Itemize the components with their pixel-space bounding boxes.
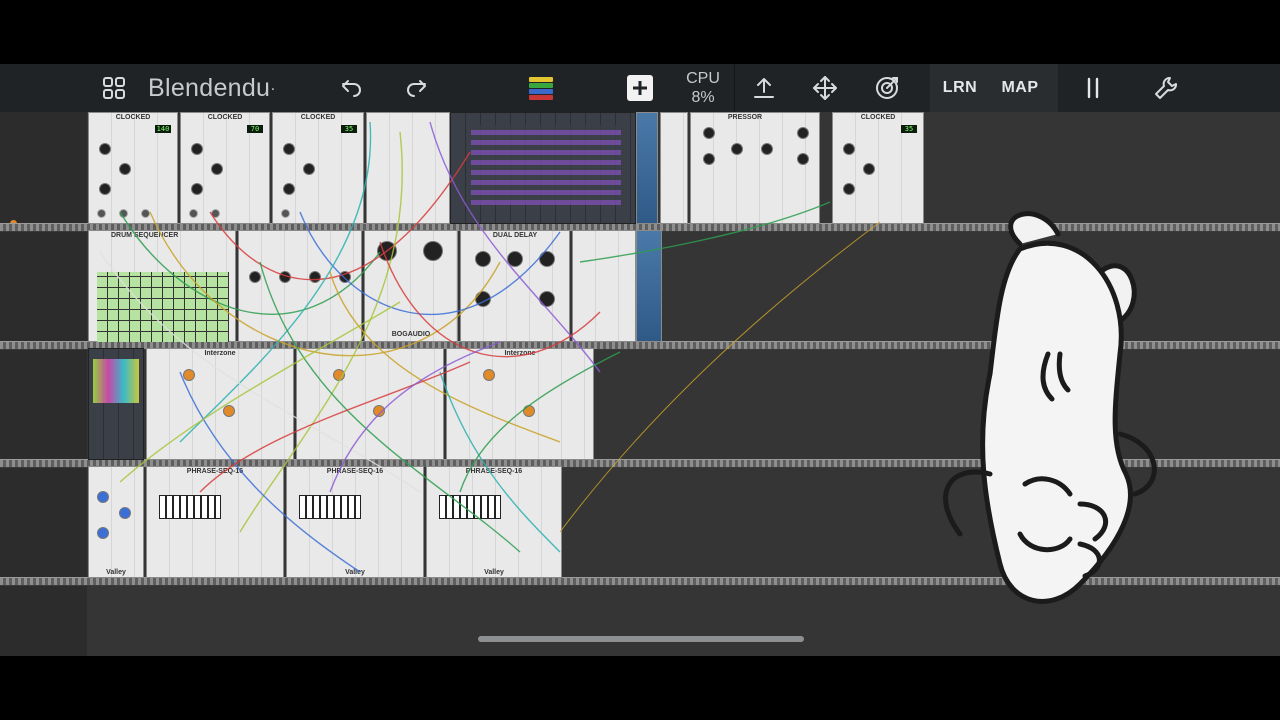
letterbox-top	[0, 0, 1280, 64]
unsaved-marker: ·	[270, 80, 276, 98]
toolbar: Blendendu· CPU 8% LRN MAP	[0, 64, 1280, 112]
learn-button[interactable]: LRN	[938, 64, 982, 112]
move-arrows-icon	[813, 76, 837, 100]
cpu-label: CPU	[686, 70, 720, 87]
patch-title-area[interactable]: Blendendu·	[148, 74, 276, 103]
pause-button[interactable]	[1078, 64, 1108, 112]
browser-button[interactable]	[96, 64, 132, 112]
export-button[interactable]	[748, 64, 780, 112]
letterbox-bottom	[0, 656, 1280, 720]
pause-icon	[1087, 77, 1099, 99]
horizontal-scrollbar[interactable]	[478, 636, 804, 642]
mouse-sketch-image	[943, 211, 1157, 604]
redo-icon	[407, 80, 426, 97]
settings-button[interactable]	[1150, 64, 1182, 112]
move-button[interactable]	[808, 64, 842, 112]
wrench-icon	[1155, 77, 1177, 99]
map-button[interactable]: MAP	[998, 64, 1042, 112]
map-label: MAP	[1001, 79, 1039, 96]
undo-button[interactable]	[336, 64, 368, 112]
toolbar-divider	[734, 64, 735, 112]
undo-icon	[342, 80, 361, 97]
plus-icon	[627, 75, 653, 101]
add-module-button[interactable]	[624, 64, 656, 112]
cpu-meter: CPU 8%	[676, 69, 730, 107]
redo-button[interactable]	[400, 64, 432, 112]
cable-color-button[interactable]	[526, 64, 556, 112]
cpu-value: 8%	[691, 89, 715, 106]
learn-label: LRN	[942, 79, 978, 96]
target-button[interactable]	[870, 64, 904, 112]
color-stripes-icon	[529, 77, 553, 100]
target-icon	[876, 77, 898, 99]
grid-icon	[103, 77, 125, 99]
patch-title: Blendendu	[148, 74, 271, 102]
upload-icon	[754, 78, 774, 98]
